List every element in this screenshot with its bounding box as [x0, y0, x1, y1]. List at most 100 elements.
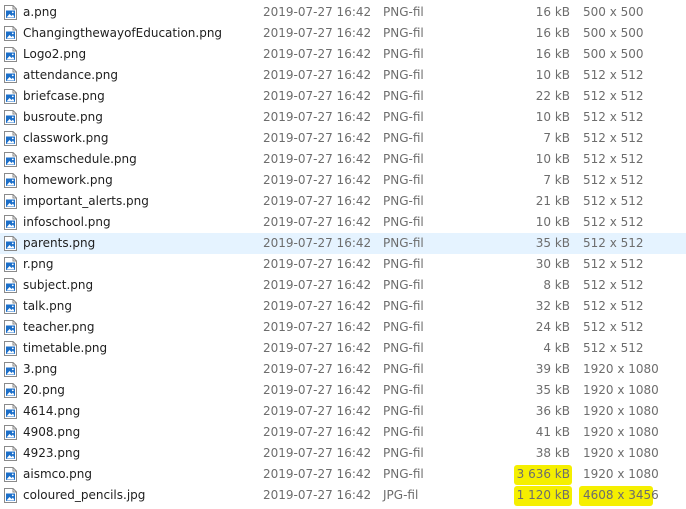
- file-row-20[interactable]: 4908.png 2019-07-27 16:42 PNG-fil 41 kB …: [0, 422, 686, 443]
- file-date-modified: 2019-07-27 16:42: [263, 425, 372, 439]
- image-file-icon: [4, 467, 17, 482]
- image-file-icon: [4, 341, 17, 356]
- file-size: 3 636 kB: [516, 467, 570, 481]
- file-row-3[interactable]: attendance.png 2019-07-27 16:42 PNG-fil …: [0, 65, 686, 86]
- file-type: PNG-fil: [383, 446, 424, 460]
- file-row-17[interactable]: 3.png 2019-07-27 16:42 PNG-fil 39 kB 192…: [0, 359, 686, 380]
- file-size: 41 kB: [535, 425, 570, 439]
- file-dimensions: 500 x 500: [583, 5, 644, 19]
- file-row-10[interactable]: infoschool.png 2019-07-27 16:42 PNG-fil …: [0, 212, 686, 233]
- file-size: 22 kB: [535, 89, 570, 103]
- file-date-modified: 2019-07-27 16:42: [263, 488, 372, 502]
- image-file-icon: [4, 488, 17, 503]
- image-file-icon: [4, 215, 17, 230]
- file-name[interactable]: ChangingthewayofEducation.png: [23, 23, 222, 44]
- file-type: PNG-fil: [383, 299, 424, 313]
- file-name[interactable]: busroute.png: [23, 107, 103, 128]
- file-type: PNG-fil: [383, 26, 424, 40]
- file-row-2[interactable]: Logo2.png 2019-07-27 16:42 PNG-fil 16 kB…: [0, 44, 686, 65]
- file-row-23[interactable]: coloured_pencils.jpg 2019-07-27 16:42 JP…: [0, 485, 686, 506]
- file-row-1[interactable]: ChangingthewayofEducation.png 2019-07-27…: [0, 23, 686, 44]
- image-file-icon: [4, 47, 17, 62]
- file-size: 21 kB: [535, 194, 570, 208]
- file-name[interactable]: aismco.png: [23, 464, 92, 485]
- file-row-0[interactable]: a.png 2019-07-27 16:42 PNG-fil 16 kB 500…: [0, 2, 686, 23]
- file-list: a.png 2019-07-27 16:42 PNG-fil 16 kB 500…: [0, 0, 686, 509]
- file-row-15[interactable]: teacher.png 2019-07-27 16:42 PNG-fil 24 …: [0, 317, 686, 338]
- file-type: PNG-fil: [383, 383, 424, 397]
- file-date-modified: 2019-07-27 16:42: [263, 257, 372, 271]
- file-dimensions: 1920 x 1080: [583, 467, 659, 481]
- file-type: PNG-fil: [383, 173, 424, 187]
- file-type: PNG-fil: [383, 89, 424, 103]
- file-row-16[interactable]: timetable.png 2019-07-27 16:42 PNG-fil 4…: [0, 338, 686, 359]
- file-type: JPG-fil: [383, 488, 419, 502]
- file-size: 7 kB: [543, 131, 570, 145]
- file-row-8[interactable]: homework.png 2019-07-27 16:42 PNG-fil 7 …: [0, 170, 686, 191]
- file-dimensions: 1920 x 1080: [583, 425, 659, 439]
- file-size: 32 kB: [535, 299, 570, 313]
- file-size: 36 kB: [535, 404, 570, 418]
- file-name[interactable]: briefcase.png: [23, 86, 105, 107]
- file-row-6[interactable]: classwork.png 2019-07-27 16:42 PNG-fil 7…: [0, 128, 686, 149]
- file-name[interactable]: 20.png: [23, 380, 65, 401]
- file-name[interactable]: a.png: [23, 2, 57, 23]
- image-file-icon: [4, 299, 17, 314]
- file-name[interactable]: homework.png: [23, 170, 113, 191]
- image-file-icon: [4, 110, 17, 125]
- file-row-12[interactable]: r.png 2019-07-27 16:42 PNG-fil 30 kB 512…: [0, 254, 686, 275]
- file-row-18[interactable]: 20.png 2019-07-27 16:42 PNG-fil 35 kB 19…: [0, 380, 686, 401]
- file-name[interactable]: 4908.png: [23, 422, 80, 443]
- file-dimensions: 512 x 512: [583, 152, 644, 166]
- file-row-19[interactable]: 4614.png 2019-07-27 16:42 PNG-fil 36 kB …: [0, 401, 686, 422]
- file-size: 10 kB: [535, 68, 570, 82]
- file-dimensions: 512 x 512: [583, 131, 644, 145]
- file-row-14[interactable]: talk.png 2019-07-27 16:42 PNG-fil 32 kB …: [0, 296, 686, 317]
- file-row-11[interactable]: parents.png 2019-07-27 16:42 PNG-fil 35 …: [0, 233, 686, 254]
- file-date-modified: 2019-07-27 16:42: [263, 383, 372, 397]
- file-date-modified: 2019-07-27 16:42: [263, 341, 372, 355]
- file-type: PNG-fil: [383, 5, 424, 19]
- file-name[interactable]: 3.png: [23, 359, 57, 380]
- file-name[interactable]: 4923.png: [23, 443, 80, 464]
- file-name[interactable]: important_alerts.png: [23, 191, 149, 212]
- image-file-icon: [4, 68, 17, 83]
- file-name[interactable]: coloured_pencils.jpg: [23, 485, 145, 506]
- file-name[interactable]: infoschool.png: [23, 212, 111, 233]
- image-file-icon: [4, 383, 17, 398]
- file-name[interactable]: parents.png: [23, 233, 95, 254]
- file-row-21[interactable]: 4923.png 2019-07-27 16:42 PNG-fil 38 kB …: [0, 443, 686, 464]
- file-type: PNG-fil: [383, 467, 424, 481]
- file-name[interactable]: r.png: [23, 254, 54, 275]
- file-type: PNG-fil: [383, 236, 424, 250]
- file-row-5[interactable]: busroute.png 2019-07-27 16:42 PNG-fil 10…: [0, 107, 686, 128]
- file-date-modified: 2019-07-27 16:42: [263, 446, 372, 460]
- file-name[interactable]: examschedule.png: [23, 149, 137, 170]
- file-name[interactable]: classwork.png: [23, 128, 108, 149]
- file-name[interactable]: teacher.png: [23, 317, 95, 338]
- file-row-22[interactable]: aismco.png 2019-07-27 16:42 PNG-fil 3 63…: [0, 464, 686, 485]
- file-name[interactable]: Logo2.png: [23, 44, 86, 65]
- file-row-9[interactable]: important_alerts.png 2019-07-27 16:42 PN…: [0, 191, 686, 212]
- file-name[interactable]: subject.png: [23, 275, 93, 296]
- file-name[interactable]: attendance.png: [23, 65, 118, 86]
- file-dimensions: 512 x 512: [583, 278, 644, 292]
- image-file-icon: [4, 26, 17, 41]
- file-dimensions: 512 x 512: [583, 215, 644, 229]
- file-name[interactable]: talk.png: [23, 296, 72, 317]
- file-name[interactable]: timetable.png: [23, 338, 107, 359]
- file-size: 39 kB: [535, 362, 570, 376]
- file-dimensions: 1920 x 1080: [583, 362, 659, 376]
- file-dimensions: 1920 x 1080: [583, 446, 659, 460]
- image-file-icon: [4, 320, 17, 335]
- file-row-4[interactable]: briefcase.png 2019-07-27 16:42 PNG-fil 2…: [0, 86, 686, 107]
- file-dimensions: 512 x 512: [583, 320, 644, 334]
- image-file-icon: [4, 173, 17, 188]
- image-file-icon: [4, 278, 17, 293]
- file-row-7[interactable]: examschedule.png 2019-07-27 16:42 PNG-fi…: [0, 149, 686, 170]
- file-name[interactable]: 4614.png: [23, 401, 80, 422]
- file-row-13[interactable]: subject.png 2019-07-27 16:42 PNG-fil 8 k…: [0, 275, 686, 296]
- file-date-modified: 2019-07-27 16:42: [263, 89, 372, 103]
- file-dimensions: 4608 x 3456: [583, 488, 659, 502]
- file-type: PNG-fil: [383, 47, 424, 61]
